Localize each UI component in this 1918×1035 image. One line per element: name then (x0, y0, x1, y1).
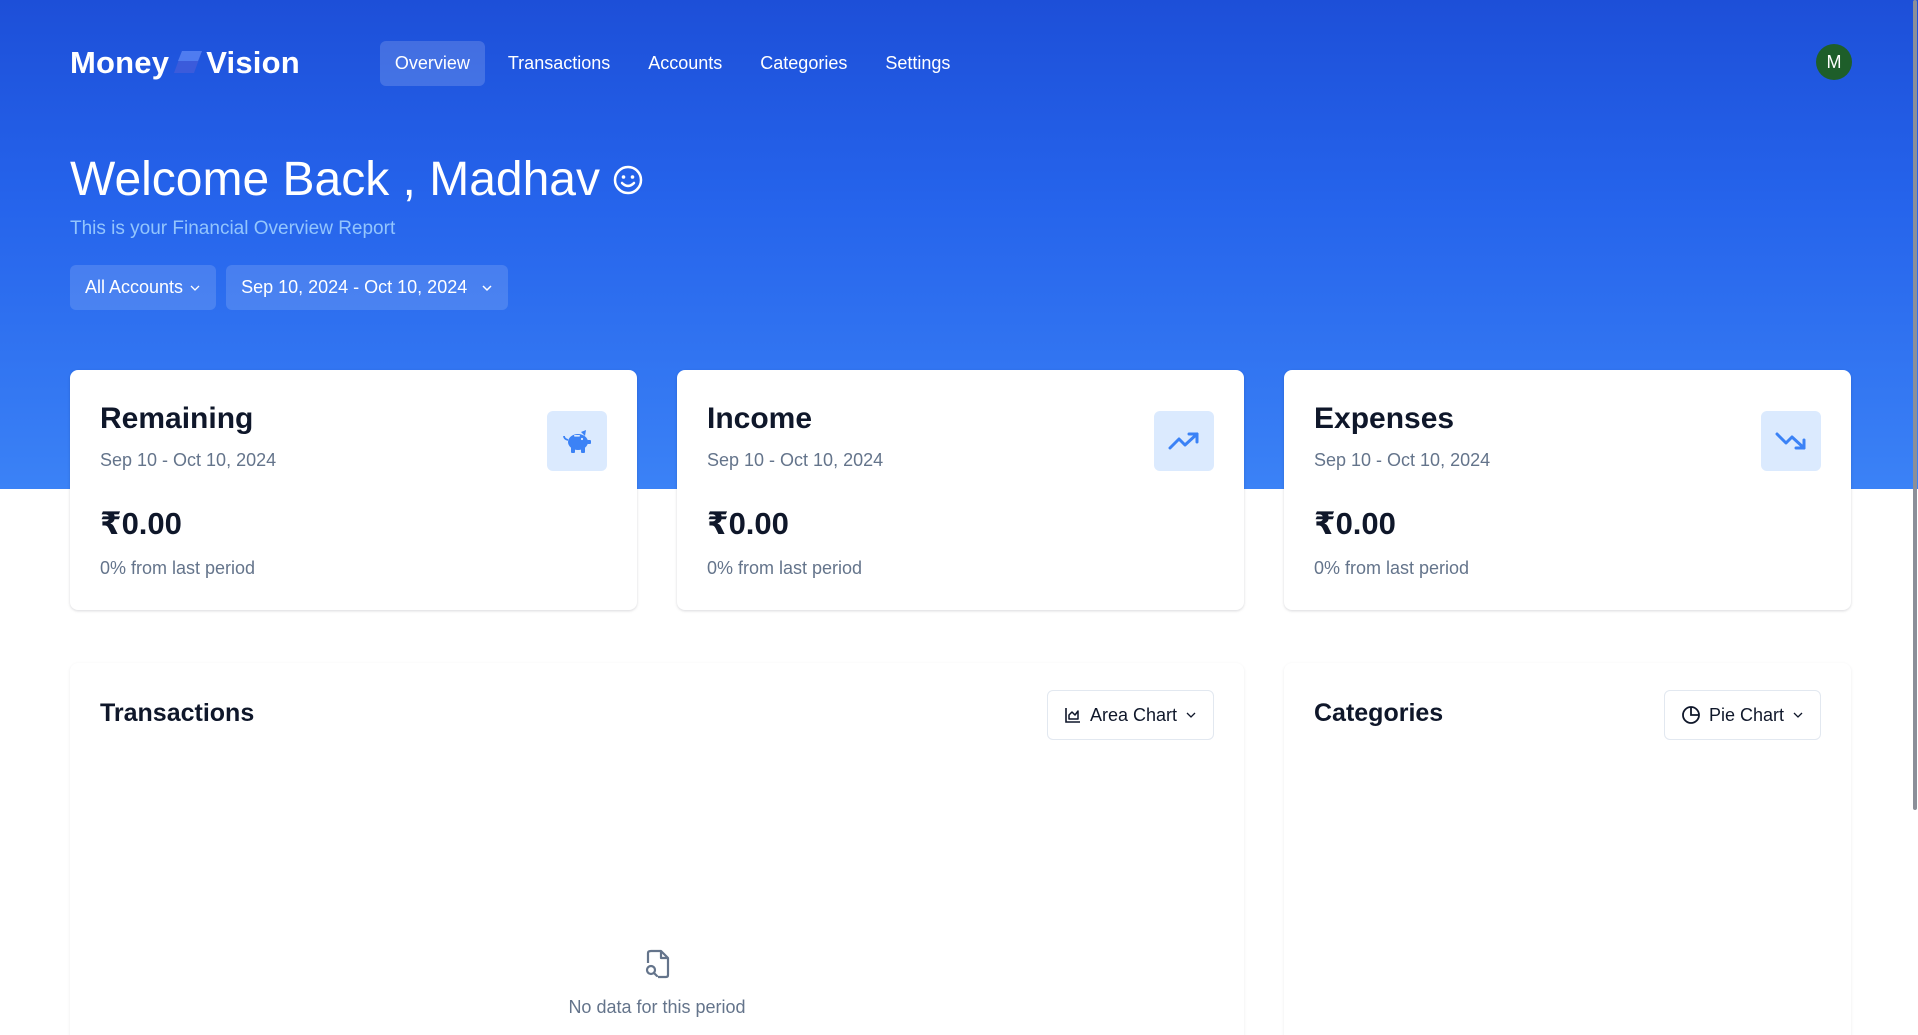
nav-categories[interactable]: Categories (745, 41, 862, 86)
date-range-picker[interactable]: Sep 10, 2024 - Oct 10, 2024 (226, 265, 509, 310)
page-scrollbar[interactable] (1912, 0, 1918, 1035)
empty-state-text: No data for this period (568, 997, 746, 1017)
logo-mark-icon (174, 51, 203, 73)
nav-transactions[interactable]: Transactions (493, 41, 625, 86)
account-filter-select[interactable]: All Accounts (70, 265, 217, 310)
account-filter-label: All Accounts (85, 277, 184, 297)
transactions-panel-title: Transactions (100, 699, 255, 727)
chevron-down-icon (482, 284, 492, 291)
trending-up-icon (1154, 411, 1214, 471)
chevron-down-icon (1186, 712, 1196, 718)
card-change: 0% from last period (707, 558, 863, 578)
nav-settings[interactable]: Settings (870, 41, 965, 86)
card-change: 0% from last period (1314, 558, 1470, 578)
card-title: Remaining (100, 402, 254, 435)
top-navbar: Money Vision Overview Transactions Accou… (70, 38, 1852, 88)
logo-text-right: Vision (206, 45, 300, 80)
categories-panel-title: Categories (1314, 699, 1444, 727)
app-logo[interactable]: Money Vision (70, 45, 300, 81)
income-card: Income Sep 10 - Oct 10, 2024 ₹0.00 0% fr… (677, 370, 1244, 610)
area-chart-icon (1065, 708, 1080, 723)
transactions-chart-type-label: Area Chart (1089, 704, 1177, 725)
scrollbar-thumb[interactable] (1913, 0, 1917, 810)
remaining-card: Remaining Sep 10 - Oct 10, 2024 ₹0.00 0%… (70, 370, 637, 610)
nav-overview[interactable]: Overview (379, 40, 485, 86)
transactions-chart-type-select[interactable]: Area Chart (1046, 690, 1214, 740)
logo-text-left: Money (70, 45, 170, 80)
card-amount: ₹0.00 (707, 506, 789, 541)
user-avatar[interactable]: M (1816, 44, 1852, 80)
empty-state: No data for this period (70, 949, 1244, 1018)
categories-chart-type-select[interactable]: Pie Chart (1663, 690, 1821, 740)
smiley-icon (613, 165, 643, 194)
chevron-down-icon (190, 285, 200, 291)
expenses-card: Expenses Sep 10 - Oct 10, 2024 ₹0.00 0% … (1284, 370, 1851, 610)
card-date-range: Sep 10 - Oct 10, 2024 (707, 450, 884, 470)
pie-chart-icon (1682, 706, 1700, 724)
categories-panel: Categories Pie Chart (1284, 663, 1851, 1035)
main-nav: Overview Transactions Accounts Categorie… (379, 40, 966, 86)
piggy-bank-icon (547, 411, 607, 471)
trending-down-icon (1761, 411, 1821, 471)
chevron-down-icon (1793, 712, 1803, 718)
card-title: Income (707, 402, 813, 435)
card-amount: ₹0.00 (100, 506, 182, 541)
card-date-range: Sep 10 - Oct 10, 2024 (1314, 450, 1491, 470)
date-range-label: Sep 10, 2024 - Oct 10, 2024 (241, 277, 468, 297)
transactions-panel: Transactions Area Chart No data for this… (70, 663, 1244, 1035)
welcome-text: Welcome Back , Madhav (70, 153, 600, 206)
page-subtitle: This is your Financial Overview Report (70, 218, 396, 239)
card-amount: ₹0.00 (1314, 506, 1396, 541)
file-search-icon (645, 949, 670, 979)
card-change: 0% from last period (100, 558, 256, 578)
filter-bar: All Accounts Sep 10, 2024 - Oct 10, 2024 (70, 265, 509, 310)
card-title: Expenses (1314, 402, 1455, 435)
welcome-heading: Welcome Back , Madhav (70, 152, 644, 207)
card-date-range: Sep 10 - Oct 10, 2024 (100, 450, 277, 470)
categories-chart-type-label: Pie Chart (1708, 704, 1784, 725)
nav-accounts[interactable]: Accounts (633, 41, 737, 86)
